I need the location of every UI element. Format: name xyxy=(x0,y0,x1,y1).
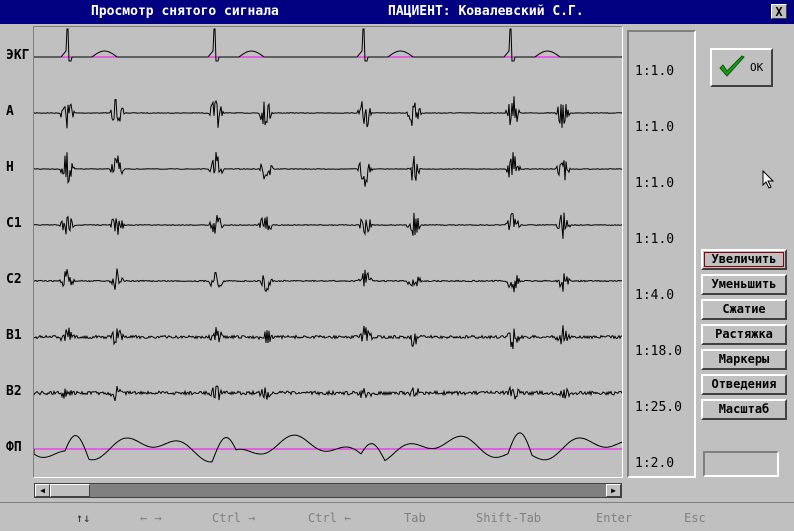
ecg-trace xyxy=(34,28,622,62)
triangle-left-icon: ◀ xyxy=(40,486,45,495)
status-field xyxy=(703,451,779,477)
stretch-button[interactable]: Растяжка xyxy=(701,324,787,345)
hint-ctrl-right: Ctrl → xyxy=(212,511,256,525)
hint-enter: Enter xyxy=(596,511,633,525)
hint-tab: Tab xyxy=(404,511,426,525)
status-bar: ↑↓ ← → Ctrl → Ctrl ← Tab Shift-Tab Enter… xyxy=(0,502,794,531)
ok-button[interactable]: OK xyxy=(710,48,773,87)
scroll-right-button[interactable]: ▶ xyxy=(606,484,621,497)
markers-button[interactable]: Маркеры xyxy=(701,349,787,370)
fp-trace xyxy=(34,432,622,463)
hint-left-right: ← → xyxy=(140,511,162,525)
triangle-right-icon: ▶ xyxy=(611,486,616,495)
check-icon xyxy=(719,55,745,77)
scroll-thumb[interactable] xyxy=(50,484,90,497)
scale-c1: 1:1.0 xyxy=(635,232,675,247)
channel-label-ecg: ЭКГ xyxy=(6,48,30,63)
ok-label: OK xyxy=(750,61,764,74)
c1-trace xyxy=(34,212,622,239)
c2-trace xyxy=(34,268,622,293)
scale-a: 1:1.0 xyxy=(635,120,675,135)
hint-up-down: ↑↓ xyxy=(76,511,91,525)
channel-label-b2: B2 xyxy=(6,384,22,399)
title-bar: Просмотр снятого сигнала ПАЦИЕНТ: Ковале… xyxy=(0,0,794,24)
hint-shift-tab: Shift-Tab xyxy=(476,511,542,525)
zoom-out-button[interactable]: Уменьшить xyxy=(701,274,787,295)
scale-button[interactable]: Масштаб xyxy=(701,399,787,420)
window-title: Просмотр снятого сигнала xyxy=(91,4,279,19)
mouse-pointer-icon xyxy=(762,170,775,189)
signal-traces xyxy=(34,28,622,463)
patient-name: ПАЦИЕНТ: Ковалевский С.Г. xyxy=(388,4,584,19)
scroll-left-button[interactable]: ◀ xyxy=(35,484,50,497)
scale-ecg: 1:1.0 xyxy=(635,64,675,79)
scale-b2: 1:25.0 xyxy=(635,400,682,415)
zoom-in-button[interactable]: Увеличить xyxy=(701,249,787,270)
close-button[interactable]: X xyxy=(771,4,787,19)
b1-trace xyxy=(34,325,622,350)
signal-plot[interactable] xyxy=(33,26,623,478)
channel-label-h: H xyxy=(6,160,14,175)
channel-label-c1: C1 xyxy=(6,216,22,231)
scale-c2: 1:4.0 xyxy=(635,288,675,303)
h-trace xyxy=(34,151,622,187)
hint-ctrl-left: Ctrl ← xyxy=(308,511,352,525)
channel-label-b1: B1 xyxy=(6,328,22,343)
b2-trace xyxy=(34,385,622,402)
scale-fp: 1:2.0 xyxy=(635,456,675,471)
compress-button[interactable]: Сжатие xyxy=(701,299,787,320)
hint-esc: Esc xyxy=(684,511,706,525)
a-trace xyxy=(34,96,622,129)
close-icon: X xyxy=(775,5,783,19)
channel-label-a: A xyxy=(6,104,14,119)
channel-label-c2: C2 xyxy=(6,272,22,287)
leads-button[interactable]: Отведения xyxy=(701,374,787,395)
channel-label-fp: ФП xyxy=(6,440,22,455)
scale-b1: 1:18.0 xyxy=(635,344,682,359)
horizontal-scrollbar[interactable]: ◀ ▶ xyxy=(34,483,622,498)
scale-h: 1:1.0 xyxy=(635,176,675,191)
